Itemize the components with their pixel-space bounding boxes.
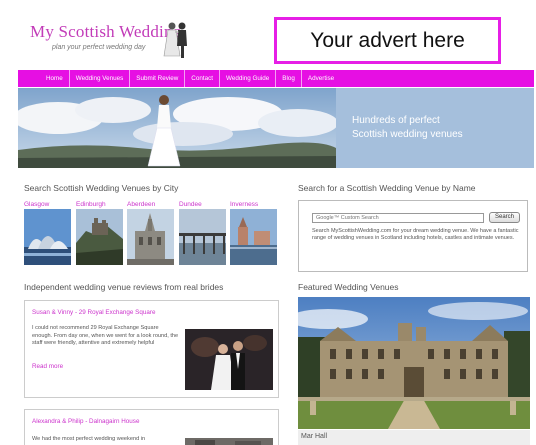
review-card: Susan & Vinny - 29 Royal Exchange Square… bbox=[24, 300, 279, 398]
nav-contact[interactable]: Contact bbox=[185, 70, 220, 87]
glasgow-photo bbox=[24, 209, 71, 265]
advert-banner[interactable]: Your advert here bbox=[274, 17, 501, 64]
couple-photo bbox=[185, 329, 273, 390]
venue-search-box: Search Search MyScottishWedding.com for … bbox=[298, 200, 528, 272]
search-section-title: Search for a Scottish Wedding Venue by N… bbox=[298, 183, 476, 193]
city-aberdeen[interactable]: Aberdeen bbox=[127, 200, 176, 265]
nav-home[interactable]: Home bbox=[40, 70, 70, 87]
featured-venue-photo[interactable] bbox=[298, 297, 530, 429]
inverness-photo bbox=[230, 209, 277, 265]
city-label[interactable]: Dundee bbox=[179, 200, 228, 209]
hero-line-2: Scottish wedding venues bbox=[352, 129, 463, 140]
city-label[interactable]: Edinburgh bbox=[76, 200, 125, 209]
hero-panel: Hundreds of perfect Scottish wedding ven… bbox=[336, 88, 534, 168]
aberdeen-photo bbox=[127, 209, 174, 265]
city-label[interactable]: Aberdeen bbox=[127, 200, 176, 209]
site-logo[interactable]: My Scottish Wedding plan your perfect we… bbox=[30, 22, 230, 64]
venue-search-input[interactable] bbox=[312, 213, 484, 223]
hero-bride-photo bbox=[18, 88, 336, 168]
city-section-title: Search Scottish Wedding Venues by City bbox=[24, 183, 179, 193]
nav-blog[interactable]: Blog bbox=[276, 70, 302, 87]
hero-tagline: Hundreds of perfect Scottish wedding ven… bbox=[352, 114, 463, 142]
hero-line-1: Hundreds of perfect bbox=[352, 115, 440, 126]
review-card: Alexandra & Philip - Dalnagairn House We… bbox=[24, 409, 279, 445]
nav-advertise[interactable]: Advertise bbox=[302, 70, 340, 87]
featured-section-title: Featured Wedding Venues bbox=[298, 282, 399, 292]
review-excerpt: I could not recommend 29 Royal Exchange … bbox=[32, 325, 179, 346]
edinburgh-photo bbox=[76, 209, 123, 265]
venue-photo bbox=[185, 438, 273, 445]
review-excerpt: We had the most perfect wedding weekend … bbox=[32, 436, 146, 442]
nav-submit-review[interactable]: Submit Review bbox=[130, 70, 186, 87]
read-more-link[interactable]: Read more bbox=[32, 363, 63, 370]
city-edinburgh[interactable]: Edinburgh bbox=[76, 200, 125, 265]
dundee-photo bbox=[179, 209, 226, 265]
main-nav: Home Wedding Venues Submit Review Contac… bbox=[18, 70, 534, 87]
city-inverness[interactable]: Inverness bbox=[230, 200, 279, 265]
logo-title: My Scottish Wedding bbox=[30, 22, 182, 41]
advert-text: Your advert here bbox=[310, 28, 465, 52]
nav-wedding-guide[interactable]: Wedding Guide bbox=[220, 70, 277, 87]
review-title[interactable]: Alexandra & Philip - Dalnagairn House bbox=[32, 418, 139, 425]
review-title[interactable]: Susan & Vinny - 29 Royal Exchange Square bbox=[32, 309, 155, 316]
search-description: Search MyScottishWedding.com for your dr… bbox=[312, 228, 519, 241]
city-glasgow[interactable]: Glasgow bbox=[24, 200, 73, 265]
hero-banner: Hundreds of perfect Scottish wedding ven… bbox=[18, 88, 534, 168]
nav-wedding-venues[interactable]: Wedding Venues bbox=[70, 70, 131, 87]
logo-tagline: plan your perfect wedding day bbox=[52, 44, 146, 51]
city-label[interactable]: Inverness bbox=[230, 200, 279, 209]
city-dundee[interactable]: Dundee bbox=[179, 200, 228, 265]
city-label[interactable]: Glasgow bbox=[24, 200, 73, 209]
reviews-section-title: Independent wedding venue reviews from r… bbox=[24, 282, 224, 292]
search-button[interactable]: Search bbox=[489, 212, 520, 223]
featured-venue-caption[interactable]: Mar Hall bbox=[298, 430, 530, 445]
wedding-couple-icon bbox=[163, 22, 187, 58]
